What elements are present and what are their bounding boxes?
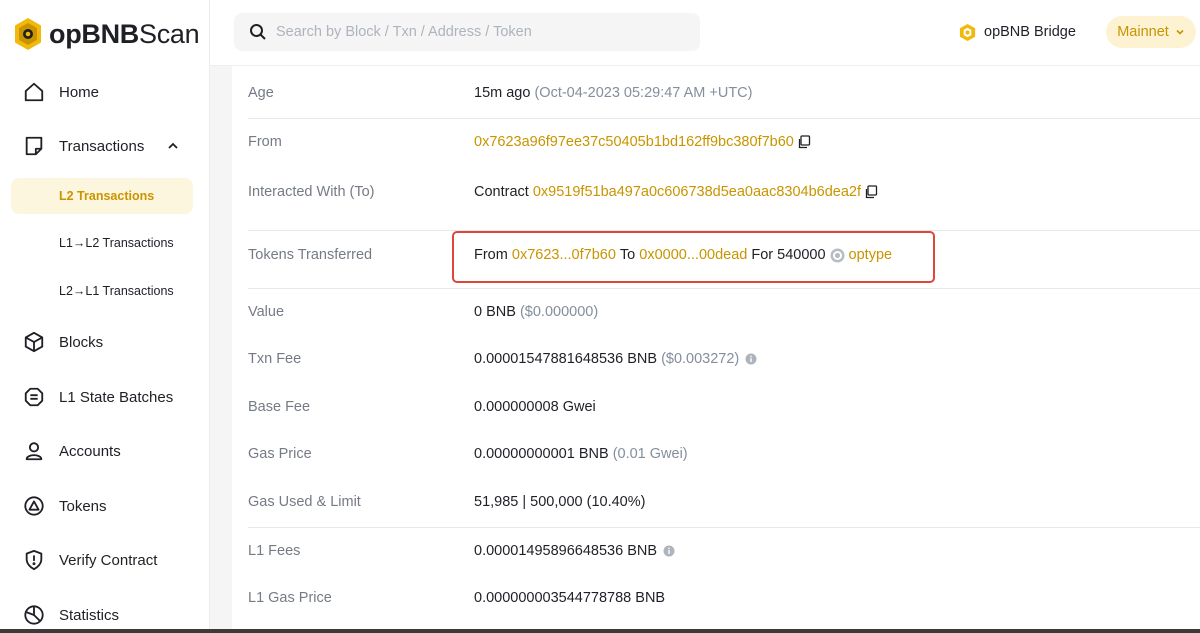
sidebar-item-label: Accounts <box>59 442 121 460</box>
network-selector[interactable]: Mainnet <box>1106 16 1196 48</box>
logo[interactable]: opBNBScan <box>14 16 200 52</box>
detail-value: 51,985 | 500,000 (10.40%) <box>474 494 646 510</box>
highlight-annotation-box <box>452 231 935 283</box>
copy-icon[interactable] <box>864 185 878 199</box>
transaction-details-panel: Age 15m ago (Oct-04-2023 05:29:47 AM +UT… <box>232 66 1200 633</box>
sidebar-item-label: Home <box>59 83 100 101</box>
txn-fee-amount: 0.00001547881648536 BNB <box>474 351 658 367</box>
divider <box>248 288 1200 289</box>
detail-label: Gas Used & Limit <box>248 494 361 510</box>
sidebar-item-home[interactable]: Home <box>0 72 210 112</box>
detail-value: Contract 0x9519f51ba497a0c606738d5ea0aac… <box>474 184 878 200</box>
sidebar-item-statistics[interactable]: Statistics <box>0 595 210 633</box>
sidebar-subitem-l2-transactions[interactable]: L2 Transactions <box>11 178 193 214</box>
detail-value: 0.000000003544778788 BNB <box>474 590 666 606</box>
search-icon <box>250 24 266 40</box>
sidebar-item-accounts[interactable]: Accounts <box>0 431 210 471</box>
sidebar-item-blocks[interactable]: Blocks <box>0 322 210 362</box>
detail-value: 0 BNB ($0.000000) <box>474 304 598 320</box>
detail-value: 0x7623a96f97ee37c50405b1bd162ff9bc380f7b… <box>474 134 811 150</box>
sidebar-item-l1-state-batches[interactable]: L1 State Batches <box>0 377 210 417</box>
detail-label: Value <box>248 304 285 320</box>
detail-label: Base Fee <box>248 399 311 415</box>
detail-label: L1 Fees <box>248 543 301 559</box>
detail-value: 0.000000008 Gwei <box>474 399 596 415</box>
bnb-bridge-icon <box>959 23 976 41</box>
sidebar-item-label: Verify Contract <box>59 551 158 569</box>
detail-label: Interacted With (To) <box>248 184 375 200</box>
batches-icon <box>22 385 46 409</box>
to-address-link[interactable]: 0x9519f51ba497a0c606738d5ea0aac8304b6dea… <box>533 184 861 200</box>
opbnb-logo-icon <box>15 18 41 50</box>
bridge-label: opBNB Bridge <box>984 24 1076 40</box>
search-input[interactable] <box>276 24 676 40</box>
sidebar-subitem-l1-l2-transactions[interactable]: L1→L2 Transactions <box>11 225 193 261</box>
detail-value: 15m ago (Oct-04-2023 05:29:47 AM +UTC) <box>474 85 752 101</box>
value-usd: ($0.000000) <box>519 304 599 320</box>
shield-icon <box>22 548 46 572</box>
age-value: 15m ago <box>474 85 531 101</box>
txn-fee-usd: ($0.003272) <box>661 351 740 367</box>
user-icon <box>22 439 46 463</box>
detail-label: From <box>248 134 282 150</box>
sidebar-subitem-l2-l1-transactions[interactable]: L2→L1 Transactions <box>11 273 193 309</box>
detail-value: 0.00001547881648536 BNB ($0.003272) <box>474 351 757 367</box>
copy-icon[interactable] <box>797 135 811 149</box>
network-label: Mainnet <box>1117 24 1169 40</box>
detail-label: L1 Gas Price <box>248 590 332 606</box>
l1-fees-amount: 0.00001495896648536 BNB <box>474 543 658 559</box>
gas-price-amount: 0.00000000001 BNB <box>474 446 609 462</box>
detail-label: Txn Fee <box>248 351 302 367</box>
detail-label: Tokens Transferred <box>248 247 373 263</box>
gas-price-gwei: (0.01 Gwei) <box>612 446 688 462</box>
chevron-up-icon <box>168 142 178 149</box>
detail-label: Age <box>248 85 274 101</box>
sidebar-item-tokens[interactable]: Tokens <box>0 486 210 526</box>
divider <box>248 527 1200 528</box>
token-icon <box>22 494 46 518</box>
info-icon[interactable] <box>745 353 757 365</box>
top-header: opBNB Bridge Mainnet <box>210 0 1200 66</box>
detail-value: 0.00000000001 BNB (0.01 Gwei) <box>474 446 688 462</box>
window-bottom-edge <box>0 629 1200 633</box>
logo-text: opBNBScan <box>49 18 200 49</box>
transactions-icon <box>22 134 46 158</box>
cube-icon <box>22 330 46 354</box>
sidebar-item-label: Tokens <box>59 497 107 515</box>
sidebar-item-transactions[interactable]: Transactions <box>0 126 210 166</box>
home-icon <box>22 80 46 104</box>
sidebar-item-label: L1 State Batches <box>59 388 174 406</box>
value-amount: 0 BNB <box>474 304 516 320</box>
search-bar[interactable] <box>234 13 700 51</box>
divider <box>248 118 1200 119</box>
age-timestamp: (Oct-04-2023 05:29:47 AM +UTC) <box>534 85 753 101</box>
detail-value: 0.00001495896648536 BNB <box>474 543 675 559</box>
info-icon[interactable] <box>663 545 675 557</box>
chevron-down-icon <box>1176 29 1184 35</box>
contract-prefix: Contract <box>474 184 529 200</box>
bridge-link[interactable]: opBNB Bridge <box>958 21 1076 43</box>
pie-chart-icon <box>22 603 46 627</box>
sidebar-item-label: Transactions <box>59 137 145 155</box>
detail-label: Gas Price <box>248 446 312 462</box>
sidebar: opBNBScan Home Transactions L2 Transacti… <box>0 0 210 633</box>
sidebar-item-label: Blocks <box>59 333 104 351</box>
from-address-link[interactable]: 0x7623a96f97ee37c50405b1bd162ff9bc380f7b… <box>474 134 794 150</box>
sidebar-item-verify-contract[interactable]: Verify Contract <box>0 540 210 580</box>
sidebar-item-label: Statistics <box>59 606 120 624</box>
